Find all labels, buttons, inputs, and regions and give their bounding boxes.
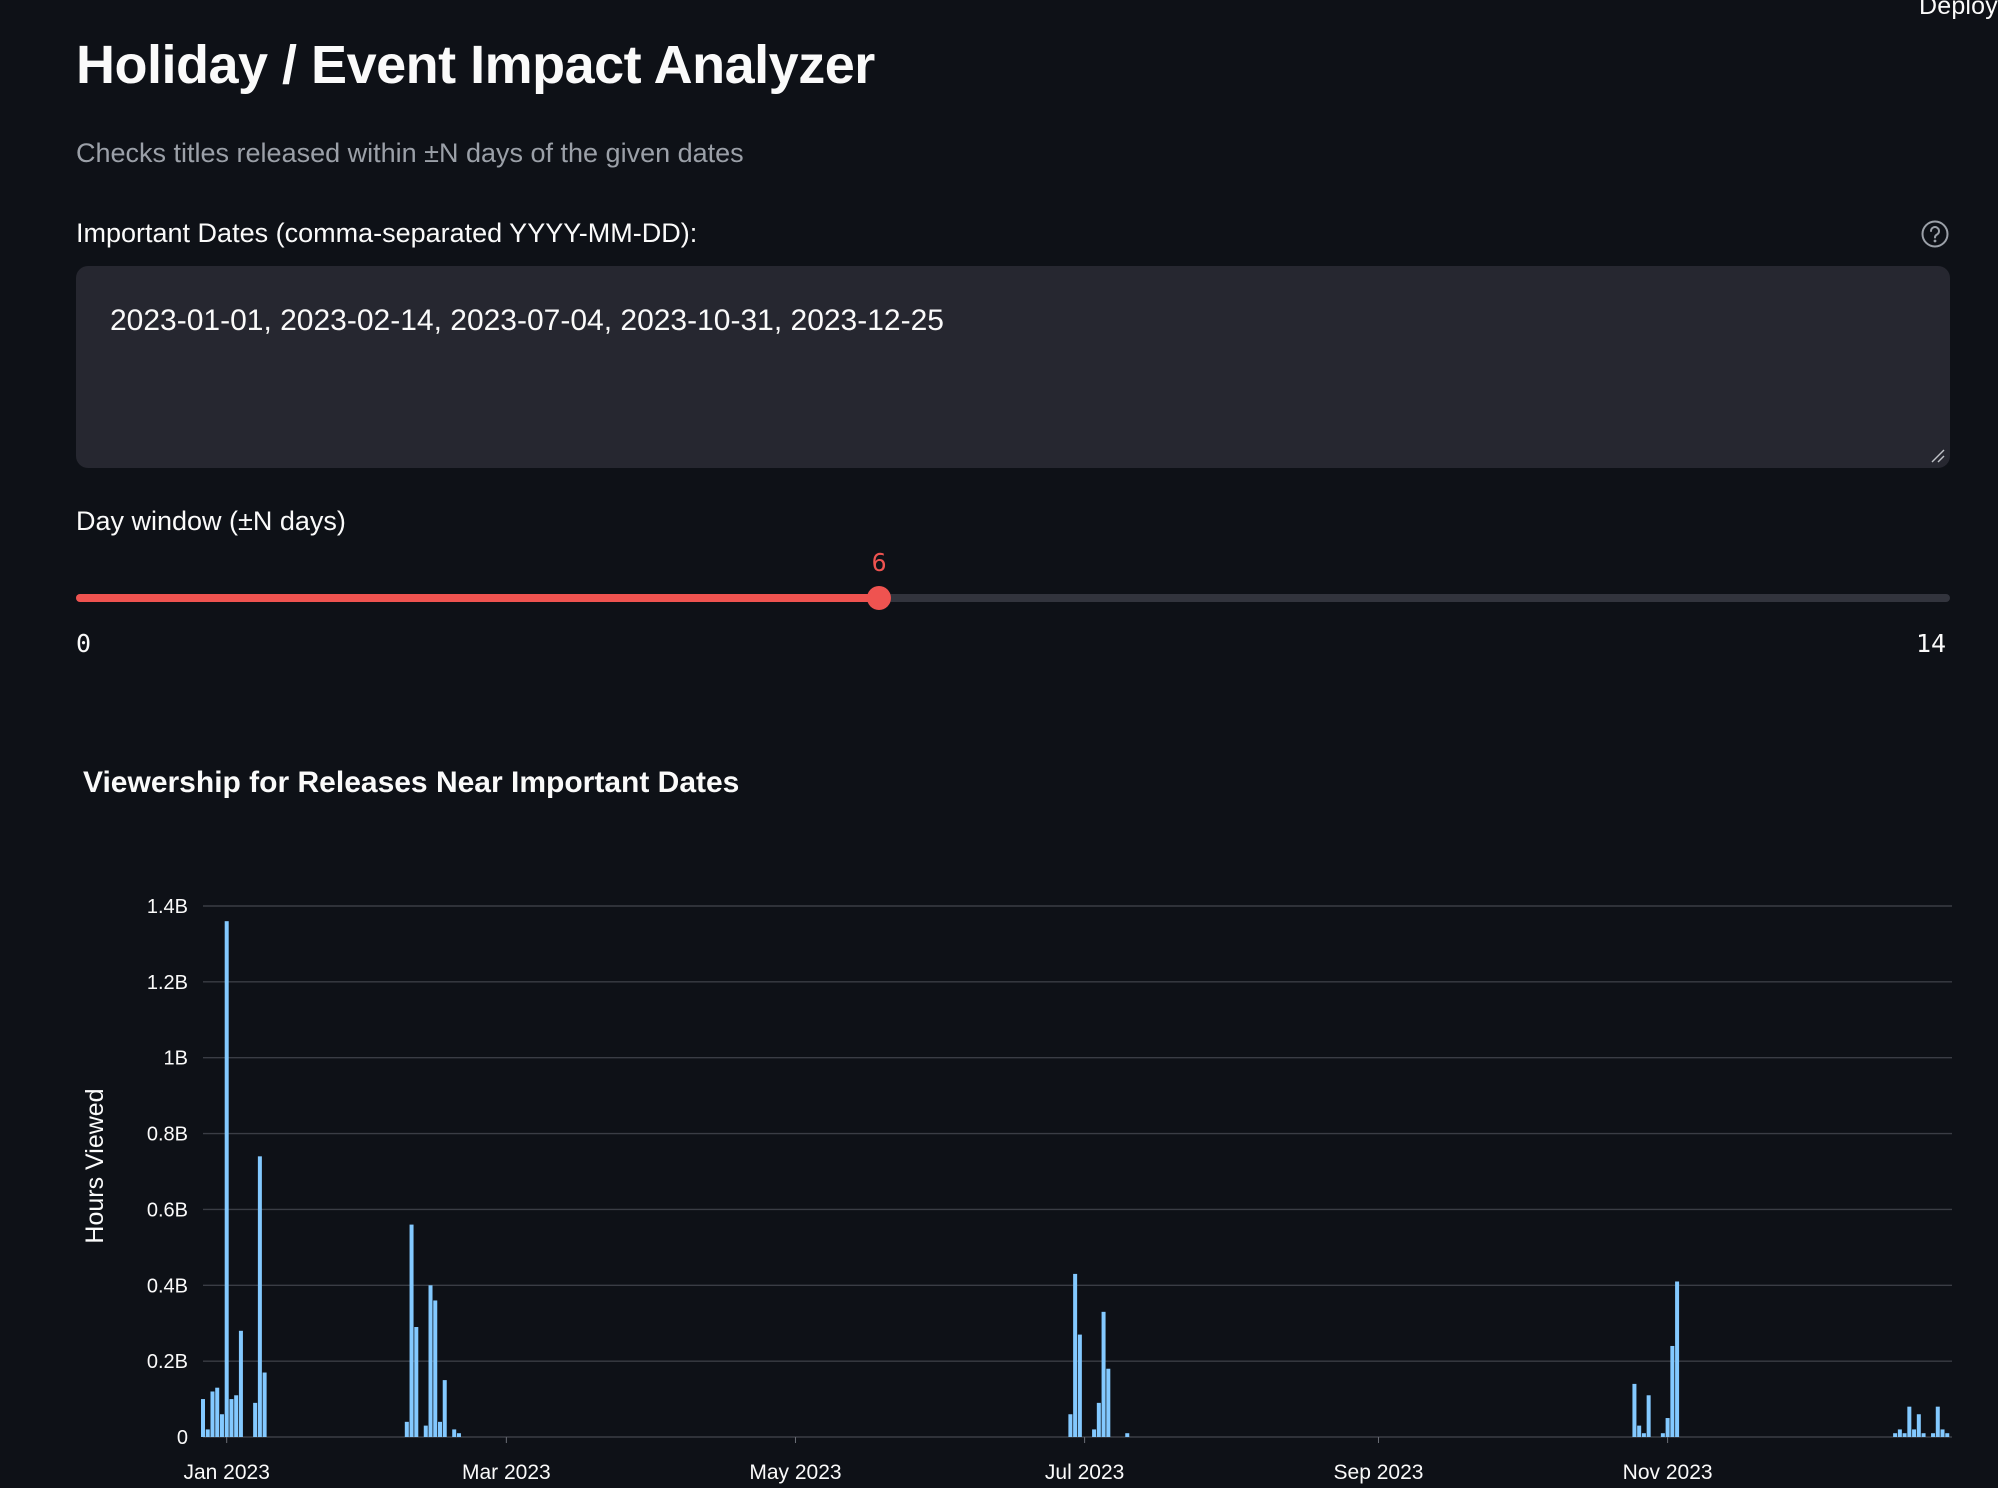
bar: [1096, 1402, 1101, 1437]
x-tick-label: Nov 2023: [1623, 1461, 1713, 1484]
viewership-chart: 0 0.2B 0.4B 0.6B 0.8B 1B 1.2B 1.4B Hours Viewed J…: [81, 896, 1952, 1484]
bar: [1125, 1433, 1130, 1437]
bar: [1912, 1429, 1917, 1437]
bar: [1077, 1334, 1082, 1437]
bar: [1073, 1273, 1078, 1437]
bar: [456, 1433, 461, 1437]
y-axis-label: Hours Viewed: [81, 1088, 109, 1243]
bar: [437, 1421, 442, 1437]
bar: [404, 1421, 409, 1437]
bar: [253, 1402, 258, 1437]
y-tick-label: 0.6B: [147, 1199, 188, 1221]
bar: [1632, 1383, 1637, 1437]
bar: [219, 1414, 224, 1437]
bar: [229, 1399, 234, 1437]
x-tick-label: Sep 2023: [1334, 1461, 1424, 1484]
y-tick-label: 1.2B: [147, 972, 188, 994]
bar: [1902, 1433, 1907, 1437]
bar: [215, 1387, 220, 1437]
bar: [1907, 1406, 1912, 1437]
bar: [1935, 1406, 1940, 1437]
y-tick-label: 0.4B: [147, 1275, 188, 1297]
bar: [1092, 1429, 1097, 1437]
bar: [1665, 1418, 1670, 1437]
bar: [262, 1372, 267, 1437]
bar: [428, 1285, 433, 1437]
bar: [1921, 1433, 1926, 1437]
bar: [205, 1429, 210, 1437]
y-tick-label: 1B: [164, 1048, 188, 1070]
bar: [414, 1327, 419, 1437]
x-tick-label: Jan 2023: [183, 1461, 269, 1484]
bar: [224, 921, 229, 1437]
bar: [1101, 1311, 1106, 1437]
bar: [442, 1380, 447, 1437]
x-tick-label: Mar 2023: [462, 1461, 551, 1484]
bar: [238, 1330, 243, 1437]
bar: [1945, 1433, 1950, 1437]
bar: [1641, 1433, 1646, 1437]
bar: [1646, 1395, 1651, 1437]
bar: [1893, 1433, 1898, 1437]
bar: [1916, 1414, 1921, 1437]
bar: [452, 1429, 457, 1437]
y-tick-label: 1.4B: [147, 896, 188, 918]
bar: [201, 1399, 205, 1437]
bar: [1106, 1368, 1111, 1437]
bar: [234, 1395, 239, 1437]
bar: [423, 1425, 428, 1437]
bar: [1675, 1281, 1680, 1437]
bar: [1670, 1345, 1675, 1437]
bar: [1940, 1429, 1945, 1437]
y-tick-label: 0.8B: [147, 1124, 188, 1146]
bar: [257, 1156, 262, 1437]
y-tick-label: 0.2B: [147, 1351, 188, 1373]
x-tick-label: Jul 2023: [1045, 1461, 1124, 1484]
y-tick-label: 0: [177, 1427, 188, 1449]
bar: [1660, 1433, 1665, 1437]
bar: [409, 1224, 414, 1437]
bar: [1897, 1429, 1902, 1437]
bar: [433, 1300, 438, 1437]
bar: [210, 1391, 215, 1437]
bar: [1931, 1433, 1936, 1437]
x-tick-label: May 2023: [749, 1461, 841, 1484]
bar: [1637, 1425, 1642, 1437]
bar: [1068, 1414, 1073, 1437]
